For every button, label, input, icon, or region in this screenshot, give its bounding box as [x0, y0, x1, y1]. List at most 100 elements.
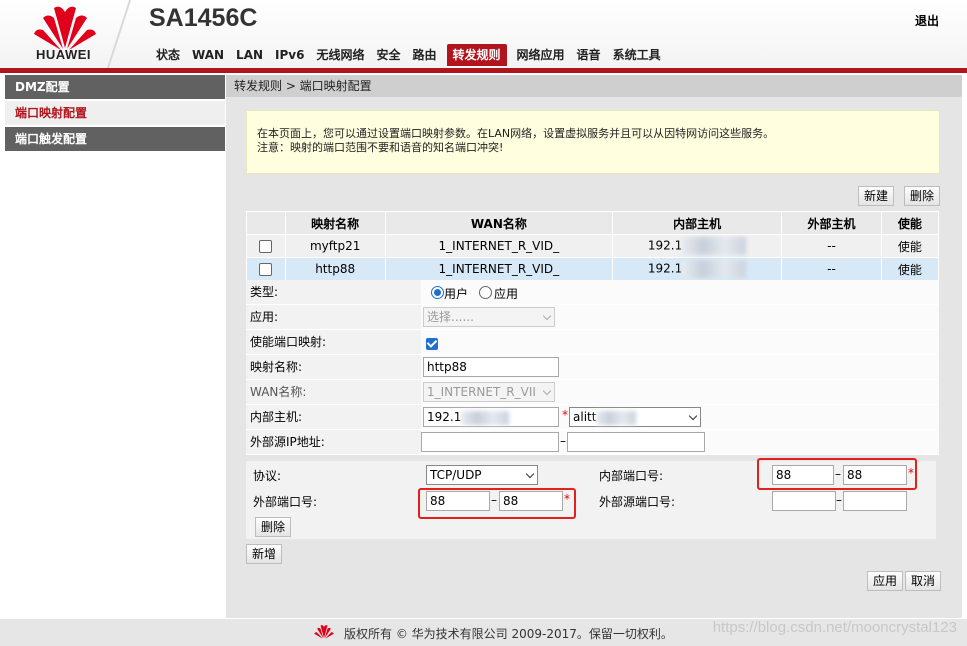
mapping-form: 类型: 用户 应用 应用: 选择...... 使能端口映射: 映射名称: htt…	[246, 280, 939, 455]
form-row-src-ip: 外部源IP地址: –	[246, 430, 939, 455]
apply-button[interactable]: 应用	[867, 571, 904, 591]
add-button[interactable]: 新增	[246, 544, 283, 564]
protocol-select-value: TCP/UDP	[430, 468, 482, 482]
column-header-enable: 使能	[880, 211, 940, 235]
type-app-label: 应用	[494, 287, 519, 301]
table-row[interactable]: http88 1_INTERNET_R_VID_ 192.1 -- 使能	[246, 257, 940, 281]
nav-lan[interactable]: LAN	[230, 44, 269, 66]
column-header-host: 内部主机	[611, 211, 783, 235]
table-row[interactable]: myftp21 1_INTERNET_R_VID_ 192.1 -- 使能	[246, 234, 940, 258]
redacted-blur	[682, 260, 747, 278]
wan-select[interactable]: 1_INTERNET_R_VII	[423, 382, 555, 402]
nav-network-apps[interactable]: 网络应用	[511, 44, 571, 66]
table-header-row: 映射名称 WAN名称 内部主机 外部主机 使能	[246, 211, 940, 235]
form-row-app: 应用: 选择......	[246, 305, 939, 330]
app-label: 应用:	[250, 310, 279, 324]
cell-enable: 使能	[880, 234, 940, 258]
header-accent-bar	[0, 68, 967, 73]
host-label: 内部主机:	[250, 410, 303, 424]
nav-ipv6[interactable]: IPv6	[269, 44, 310, 66]
huawei-logo-small	[313, 624, 335, 642]
brand-name: HUAWEI	[36, 47, 91, 62]
form-row-name: 映射名称: http88	[246, 355, 939, 380]
header: HUAWEI SA1456C 退出 状态 WAN LAN IPv6 无线网络 安…	[0, 0, 967, 68]
cancel-button[interactable]: 取消	[905, 571, 942, 591]
src-ip-end-input[interactable]	[567, 432, 705, 452]
main-nav: 状态 WAN LAN IPv6 无线网络 安全 路由 转发规则 网络应用 语音 …	[150, 44, 667, 66]
range-dash: –	[560, 434, 566, 448]
protocol-select[interactable]: TCP/UDP	[426, 465, 538, 485]
column-header-wan: WAN名称	[384, 211, 613, 235]
host-select[interactable]: alitt	[569, 407, 701, 427]
redacted-blur	[682, 237, 747, 255]
cell-ext-host: --	[781, 234, 882, 258]
cell-ext-host: --	[781, 257, 882, 281]
cell-wan: 1_INTERNET_R_VID_	[384, 257, 613, 281]
form-row-host: 内部主机: 192.1 * alitt	[246, 405, 939, 430]
wan-label: WAN名称:	[250, 385, 307, 399]
breadcrumb: 转发规则 > 端口映射配置	[226, 75, 962, 97]
src-ip-start-input[interactable]	[421, 432, 559, 452]
internal-host-input[interactable]: 192.1	[423, 407, 559, 427]
name-label: 映射名称:	[250, 360, 303, 374]
redacted-blur	[461, 410, 510, 425]
type-user-label: 用户	[444, 287, 469, 301]
row-checkbox[interactable]	[246, 257, 286, 281]
delete-port-button[interactable]: 删除	[255, 517, 292, 537]
highlight-external-port	[418, 488, 576, 519]
external-src-port-end-input[interactable]	[843, 491, 907, 511]
notice-box: 在本页面上，您可以通过设置端口映射参数。在LAN网络，设置虚拟服务并且可以从因特…	[246, 110, 940, 174]
nav-wireless[interactable]: 无线网络	[310, 44, 370, 66]
highlight-internal-port	[757, 458, 917, 490]
row-checkbox[interactable]	[246, 234, 286, 258]
range-dash: –	[836, 493, 842, 507]
notice-line-2: 注意：映射的端口范围不要和语音的知名端口冲突!	[257, 141, 504, 154]
cell-wan: 1_INTERNET_R_VID_	[384, 234, 613, 258]
nav-system-tools[interactable]: 系统工具	[607, 44, 667, 66]
nav-wan[interactable]: WAN	[186, 44, 230, 66]
external-src-port-start-input[interactable]	[772, 491, 836, 511]
enable-checkbox[interactable]	[426, 336, 438, 350]
nav-status[interactable]: 状态	[150, 44, 186, 66]
sidebar: DMZ配置 端口映射配置 端口触发配置	[5, 75, 225, 618]
internal-host-value: 192.1	[427, 410, 462, 424]
sidebar-item-port-mapping[interactable]: 端口映射配置	[5, 101, 225, 125]
external-src-port-label: 外部源端口号:	[599, 495, 676, 509]
cell-host-text: 192.1	[647, 261, 683, 276]
src-ip-label: 外部源IP地址:	[250, 435, 325, 449]
form-row-type: 类型: 用户 应用	[246, 280, 939, 305]
nav-security[interactable]: 安全	[370, 44, 406, 66]
new-button[interactable]: 新建	[858, 186, 895, 206]
redacted-blur	[596, 410, 637, 425]
notice-line-1: 在本页面上，您可以通过设置端口映射参数。在LAN网络，设置虚拟服务并且可以从因特…	[257, 127, 775, 140]
sidebar-item-dmz[interactable]: DMZ配置	[5, 75, 225, 99]
nav-voice[interactable]: 语音	[571, 44, 607, 66]
mapping-table: 映射名称 WAN名称 内部主机 外部主机 使能 myftp21 1_INTERN…	[246, 211, 940, 281]
cell-name: myftp21	[284, 234, 386, 258]
sidebar-item-port-trigger[interactable]: 端口触发配置	[5, 127, 225, 151]
form-row-enable: 使能端口映射:	[246, 330, 939, 355]
internal-port-label: 内部端口号:	[599, 469, 664, 483]
type-app-radio[interactable]	[479, 285, 492, 299]
column-header-ext-host: 外部主机	[781, 211, 882, 235]
delete-button[interactable]: 删除	[904, 186, 941, 206]
nav-forward-rules[interactable]: 转发规则	[446, 44, 507, 66]
cell-host: 192.1	[611, 234, 783, 258]
required-marker: *	[562, 408, 568, 422]
type-user-radio[interactable]	[431, 285, 444, 299]
chevron-down-icon	[688, 411, 698, 421]
cell-name: http88	[284, 257, 386, 281]
protocol-label: 协议:	[253, 469, 282, 483]
mapping-name-input[interactable]: http88	[423, 357, 559, 377]
type-label: 类型:	[250, 285, 279, 299]
copyright-text: 版权所有 © 华为技术有限公司 2009-2017。保留一切权利。	[344, 627, 673, 641]
cell-host: 192.1	[611, 257, 783, 281]
logout-link[interactable]: 退出	[915, 12, 939, 29]
nav-route[interactable]: 路由	[407, 44, 443, 66]
cell-enable: 使能	[880, 257, 940, 281]
select-column-header	[246, 211, 286, 235]
app-select[interactable]: 选择......	[423, 307, 555, 327]
chevron-down-icon	[542, 386, 552, 396]
host-select-value: alitt	[573, 410, 597, 424]
form-row-wan: WAN名称: 1_INTERNET_R_VII	[246, 380, 939, 405]
